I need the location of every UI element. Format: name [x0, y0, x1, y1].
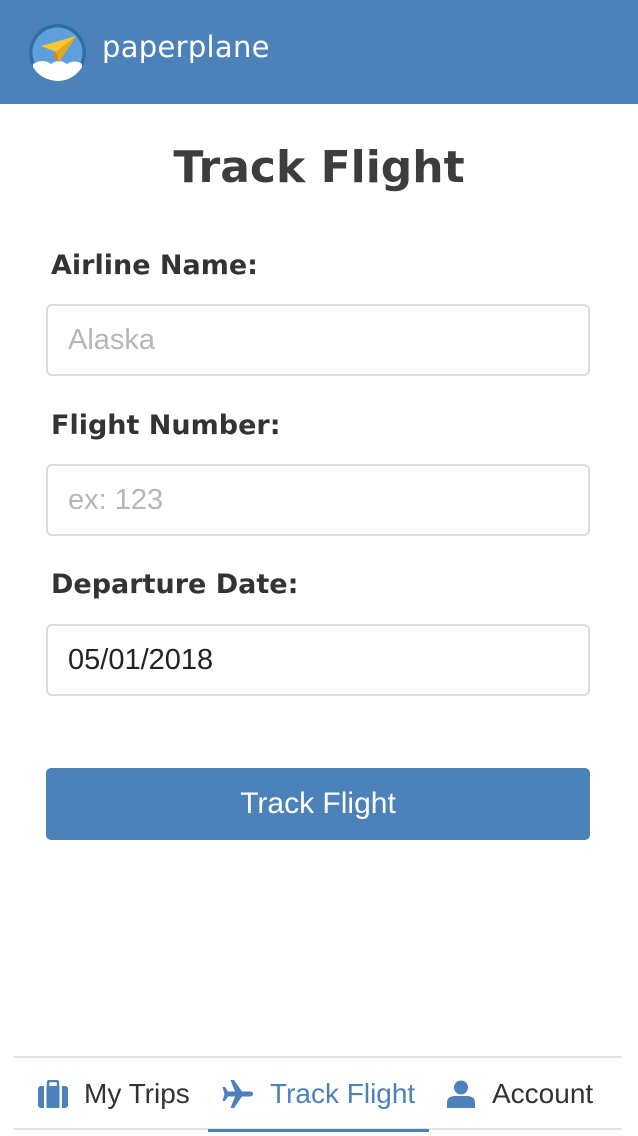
paper-plane-logo-icon[interactable]	[29, 24, 86, 81]
airline-name-input[interactable]	[46, 304, 590, 376]
airline-name-label: Airline Name:	[51, 250, 258, 281]
app-root: paperplane Track Flight Airline Name: Fl…	[0, 0, 638, 1136]
departure-date-label: Departure Date:	[51, 569, 299, 600]
nav-item-account[interactable]: Account	[446, 1058, 593, 1130]
user-icon	[446, 1080, 476, 1108]
page-title: Track Flight	[173, 142, 465, 193]
departure-date-input[interactable]	[46, 624, 590, 696]
airplane-icon	[222, 1079, 254, 1109]
flight-number-label: Flight Number:	[51, 410, 281, 441]
nav-label-account: Account	[492, 1078, 594, 1109]
suitcase-icon	[38, 1080, 68, 1108]
nav-item-track-flight[interactable]: Track Flight	[208, 1058, 430, 1132]
brand-name: paperplane	[102, 30, 270, 64]
app-header: paperplane	[0, 0, 638, 104]
track-flight-button[interactable]: Track Flight	[46, 768, 590, 840]
bottom-nav: My Trips Track Flight Account	[14, 1056, 622, 1132]
nav-label-track-flight: Track Flight	[270, 1078, 416, 1109]
nav-label-my-trips: My Trips	[84, 1078, 190, 1109]
flight-number-input[interactable]	[46, 464, 590, 536]
nav-item-my-trips[interactable]: My Trips	[38, 1058, 190, 1130]
